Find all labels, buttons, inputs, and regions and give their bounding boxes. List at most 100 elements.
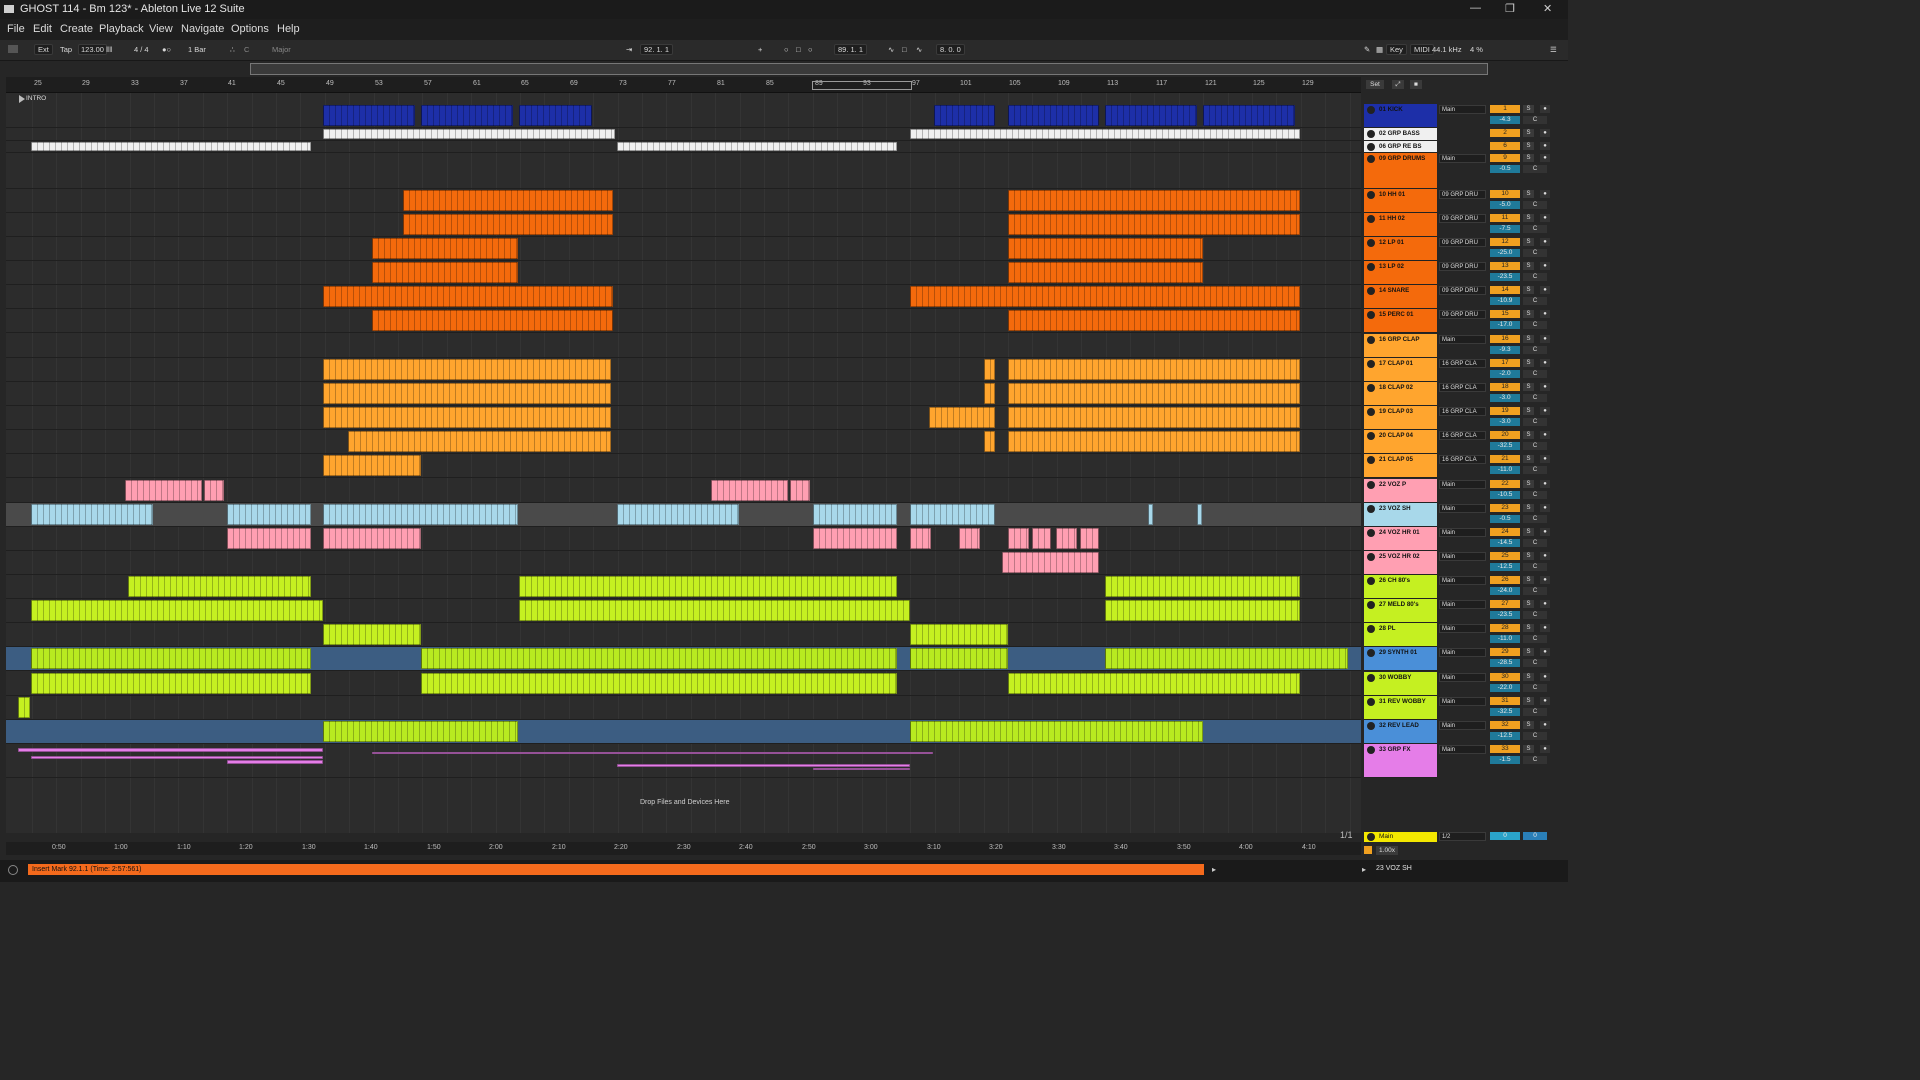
solo-button[interactable]: S: [1523, 528, 1534, 536]
fold-icon[interactable]: [1367, 625, 1375, 633]
fold-icon[interactable]: [1367, 505, 1375, 513]
arm-button[interactable]: ●: [1540, 431, 1550, 439]
clip[interactable]: [372, 238, 518, 259]
track-activator[interactable]: 32: [1490, 721, 1520, 729]
pan-field[interactable]: C: [1523, 201, 1547, 209]
time-signature-field[interactable]: 4 / 4: [134, 45, 149, 54]
output-select[interactable]: Main: [1439, 648, 1486, 657]
clip[interactable]: [1197, 504, 1202, 525]
track-activator[interactable]: 9: [1490, 154, 1520, 162]
close-icon[interactable]: ✕: [1543, 2, 1552, 15]
solo-button[interactable]: S: [1523, 286, 1534, 294]
track-activator[interactable]: 24: [1490, 528, 1520, 536]
output-select[interactable]: Main: [1439, 745, 1486, 754]
pan-field[interactable]: C: [1523, 587, 1547, 595]
overdub-icon[interactable]: +: [758, 45, 762, 54]
key-select[interactable]: C: [244, 45, 249, 54]
fold-icon[interactable]: [1367, 191, 1375, 199]
pan-field[interactable]: C: [1523, 563, 1547, 571]
track-activator[interactable]: 25: [1490, 552, 1520, 560]
locator-intro[interactable]: INTRO: [26, 95, 46, 102]
menu-options[interactable]: Options: [231, 23, 269, 35]
clip[interactable]: [1008, 238, 1203, 259]
track-header[interactable]: 30 WOBBY: [1364, 672, 1437, 696]
arm-button[interactable]: ●: [1540, 286, 1550, 294]
track-activator[interactable]: 17: [1490, 359, 1520, 367]
clip[interactable]: [1008, 214, 1300, 235]
track-activator[interactable]: 23: [1490, 504, 1520, 512]
fx-clip[interactable]: [372, 752, 933, 754]
clip[interactable]: [227, 528, 311, 549]
output-select[interactable]: Main: [1439, 154, 1486, 163]
menu-edit[interactable]: Edit: [33, 23, 52, 35]
volume-field[interactable]: -12.5: [1490, 732, 1520, 740]
arm-button[interactable]: ●: [1540, 745, 1550, 753]
solo-button[interactable]: S: [1523, 504, 1534, 512]
arm-button[interactable]: ●: [1540, 648, 1550, 656]
volume-field[interactable]: -32.5: [1490, 442, 1520, 450]
pan-field[interactable]: C: [1523, 756, 1547, 764]
clip[interactable]: [790, 480, 810, 501]
tempo-field[interactable]: 123.00: [78, 44, 107, 55]
menu-view[interactable]: View: [149, 23, 173, 35]
output-select[interactable]: 16 GRP CLA: [1439, 455, 1486, 464]
clip[interactable]: [31, 600, 323, 621]
pan-field[interactable]: C: [1523, 346, 1547, 354]
solo-button[interactable]: S: [1523, 576, 1534, 584]
clip[interactable]: [519, 600, 910, 621]
track-header[interactable]: 06 GRP RE BS: [1364, 141, 1437, 153]
fold-icon[interactable]: [1367, 649, 1375, 657]
clip[interactable]: [959, 528, 980, 549]
clip[interactable]: [348, 431, 611, 452]
status-arrow-icon[interactable]: ▸: [1212, 865, 1216, 874]
fx-clip[interactable]: [813, 768, 910, 770]
menu-file[interactable]: File: [7, 23, 25, 35]
arm-button[interactable]: ●: [1540, 262, 1550, 270]
track-activator[interactable]: 15: [1490, 310, 1520, 318]
clip[interactable]: [1008, 383, 1300, 404]
volume-field[interactable]: -23.5: [1490, 273, 1520, 281]
clip[interactable]: [323, 407, 611, 428]
fold-icon[interactable]: [1367, 601, 1375, 609]
track-header[interactable]: 28 PL: [1364, 623, 1437, 647]
track-activator[interactable]: 14: [1490, 286, 1520, 294]
arrangement-position-field[interactable]: 92. 1. 1: [640, 44, 674, 55]
zoom-field[interactable]: 1.00x: [1376, 846, 1398, 855]
arm-button[interactable]: ●: [1540, 359, 1550, 367]
clip[interactable]: [372, 310, 613, 331]
solo-button[interactable]: S: [1523, 214, 1534, 222]
output-select[interactable]: 16 GRP CLA: [1439, 431, 1486, 440]
track-header[interactable]: 18 CLAP 02: [1364, 382, 1437, 406]
clip[interactable]: [1105, 648, 1348, 669]
volume-field[interactable]: -22.0: [1490, 684, 1520, 692]
track-activator[interactable]: 20: [1490, 431, 1520, 439]
volume-field[interactable]: -10.5: [1490, 491, 1520, 499]
pan-field[interactable]: C: [1523, 611, 1547, 619]
arm-button[interactable]: ●: [1540, 214, 1550, 222]
scale-select[interactable]: Major: [272, 45, 291, 54]
solo-button[interactable]: S: [1523, 190, 1534, 198]
track-activator[interactable]: 33: [1490, 745, 1520, 753]
clip[interactable]: [617, 142, 897, 151]
clip[interactable]: [227, 504, 311, 525]
clip[interactable]: [1148, 504, 1153, 525]
track-header[interactable]: 21 CLAP 05: [1364, 454, 1437, 478]
clip[interactable]: [813, 528, 897, 549]
fold-icon[interactable]: [1367, 263, 1375, 271]
arm-button[interactable]: ●: [1540, 154, 1550, 162]
volume-field[interactable]: -3.0: [1490, 418, 1520, 426]
fold-icon[interactable]: [1367, 481, 1375, 489]
pan-field[interactable]: C: [1523, 370, 1547, 378]
pan-field[interactable]: C: [1523, 442, 1547, 450]
status-icon[interactable]: [8, 865, 18, 875]
output-select[interactable]: 09 GRP DRU: [1439, 214, 1486, 223]
main-volume[interactable]: 0: [1523, 832, 1547, 840]
view-toggle-icon[interactable]: [8, 45, 18, 53]
output-select[interactable]: Main: [1439, 504, 1486, 513]
fold-icon[interactable]: [1367, 106, 1375, 114]
volume-field[interactable]: -0.5: [1490, 515, 1520, 523]
solo-button[interactable]: S: [1523, 624, 1534, 632]
clip[interactable]: [711, 480, 788, 501]
arm-button[interactable]: ●: [1540, 238, 1550, 246]
solo-button[interactable]: S: [1523, 455, 1534, 463]
